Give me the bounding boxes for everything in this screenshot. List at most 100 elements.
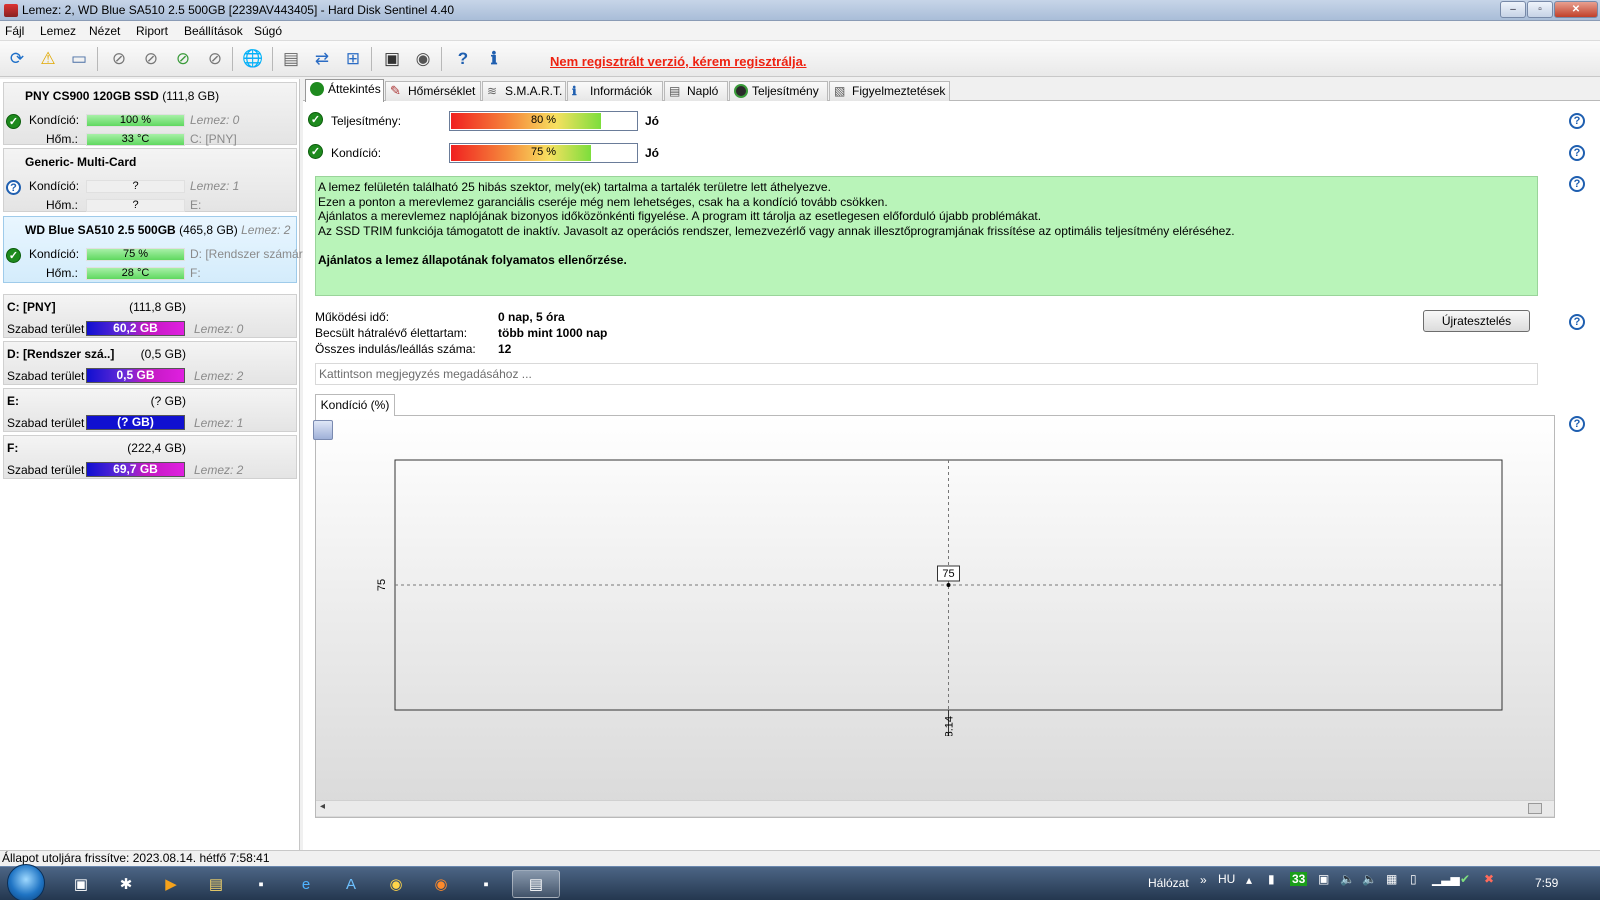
- taskbar-app-ie[interactable]: e: [287, 870, 325, 898]
- volume-item-d[interactable]: D: [Rendszer szá..] (0,5 GB) Szabad terü…: [3, 341, 297, 385]
- help-icon[interactable]: ?: [1569, 176, 1585, 192]
- alerts-icon: ▧: [834, 84, 846, 98]
- status-ok-icon: ✓: [6, 248, 21, 263]
- taskbar-app-chrome[interactable]: ◉: [377, 870, 415, 898]
- disk-test-icon[interactable]: ⊘: [106, 46, 132, 72]
- retest-button[interactable]: Újratesztelés: [1423, 310, 1530, 332]
- performance-label: Teljesítmény:: [331, 114, 402, 128]
- tray-monitor-icon[interactable]: ▣: [1318, 872, 1329, 886]
- start-button[interactable]: [7, 864, 45, 900]
- menu-help[interactable]: Súgó: [254, 24, 282, 38]
- volume-item-e[interactable]: E: (? GB) Szabad terület (? GB) Lemez: 1: [3, 388, 297, 432]
- battery-icon[interactable]: ▯: [1410, 872, 1417, 886]
- disk-item-wd-blue[interactable]: WD Blue SA510 2.5 500GB (465,8 GB) Lemez…: [3, 216, 303, 283]
- sound-icon[interactable]: ◉: [410, 46, 436, 72]
- menu-settings[interactable]: Beállítások: [184, 24, 243, 38]
- monitor-icon[interactable]: ▣: [379, 46, 405, 72]
- scroll-left-icon[interactable]: ◂: [320, 801, 325, 812]
- tray-alert-icon[interactable]: ✖: [1484, 872, 1494, 886]
- help-icon[interactable]: ?: [1569, 113, 1585, 129]
- menu-disk[interactable]: Lemez: [40, 24, 76, 38]
- disk-item-multicard[interactable]: Generic- Multi-Card ? Kondíció: ? Lemez:…: [3, 148, 297, 212]
- app-icon: [4, 4, 18, 17]
- chart-scrollbar[interactable]: ◂: [316, 800, 1554, 816]
- help-icon[interactable]: ?: [450, 46, 476, 72]
- tab-smart[interactable]: ≋ S.M.A.R.T.: [482, 81, 566, 101]
- window-title: Lemez: 2, WD Blue SA510 2.5 500GB [2239A…: [22, 3, 455, 17]
- disk-info-icon[interactable]: ▭: [66, 46, 92, 72]
- title-bar: Lemez: 2, WD Blue SA510 2.5 500GB [2239A…: [0, 0, 1600, 21]
- temperature-value: ?: [132, 199, 139, 211]
- taskbar-app-hdsentinel[interactable]: ▤: [512, 870, 560, 898]
- tray-network-icon[interactable]: ▮: [1268, 872, 1275, 886]
- menu-bar: Fájl Lemez Nézet Riport Beállítások Súgó: [0, 21, 1600, 41]
- send-report-icon[interactable]: ⇄: [309, 46, 335, 72]
- uptime-label: Működési idő:: [315, 310, 390, 324]
- status-ok-icon: ✓: [6, 114, 21, 129]
- save-chart-icon[interactable]: [313, 420, 333, 440]
- temperature-value: 28 °C: [121, 267, 150, 279]
- report-icon[interactable]: ▤: [278, 46, 304, 72]
- taskbar-app-media[interactable]: ▶: [152, 870, 190, 898]
- signal-icon[interactable]: ▁▃▅: [1432, 872, 1460, 886]
- warning-icon[interactable]: ⚠: [35, 46, 61, 72]
- disk-item-pny[interactable]: PNY CS900 120GB SSD (111,8 GB) ✓ Kondíci…: [3, 82, 297, 146]
- help-icon[interactable]: ?: [1569, 416, 1585, 432]
- taskbar-app-explorer[interactable]: ▤: [197, 870, 235, 898]
- tray-check-icon[interactable]: ✔: [1460, 872, 1470, 886]
- taskbar-app-save[interactable]: ▪: [242, 870, 280, 898]
- volume-item-c[interactable]: C: [PNY] (111,8 GB) Szabad terület 60,2 …: [3, 294, 297, 338]
- volume-item-f[interactable]: F: (222,4 GB) Szabad terület 69,7 GB Lem…: [3, 435, 297, 479]
- menu-file[interactable]: Fájl: [5, 24, 24, 38]
- toolbar-separator: [272, 47, 273, 71]
- taskbar-app-terminal[interactable]: ▣: [62, 870, 100, 898]
- volume-muted-icon[interactable]: 🔈: [1362, 872, 1377, 886]
- help-icon[interactable]: ?: [1569, 314, 1585, 330]
- tab-log[interactable]: ▤ Napló: [664, 81, 728, 101]
- taskbar-app-tool[interactable]: ✱: [107, 870, 145, 898]
- volume-icon[interactable]: 🔈: [1340, 872, 1355, 886]
- language-indicator[interactable]: HU: [1218, 872, 1235, 886]
- lifetime-label: Becsült hátralévő élettartam:: [315, 326, 468, 340]
- disk-tools-icon[interactable]: ⊘: [202, 46, 228, 72]
- disk-ok-icon[interactable]: ⊘: [170, 46, 196, 72]
- menu-view[interactable]: Nézet: [89, 24, 120, 38]
- taskbar-app-misc[interactable]: ▪: [467, 870, 505, 898]
- network-icon[interactable]: ⊞: [340, 46, 366, 72]
- notes-input[interactable]: Kattintson megjegyzés megadásához ...: [315, 363, 1538, 385]
- tray-expand-icon[interactable]: »: [1200, 873, 1207, 887]
- tray-arrow-icon[interactable]: ▴: [1246, 873, 1252, 887]
- condition-value: ?: [132, 180, 139, 192]
- x-tick-label: 2023.08.14: [944, 716, 956, 736]
- disk-number: Lemez: 0: [190, 113, 240, 127]
- refresh-icon[interactable]: ⟳: [4, 46, 30, 72]
- volume-name: D: [Rendszer szá..]: [7, 347, 115, 361]
- tab-alerts[interactable]: ▧ Figyelmeztetések: [829, 81, 950, 101]
- register-link[interactable]: Nem regisztrált verzió, kérem regisztrál…: [550, 54, 807, 69]
- surface-test-icon[interactable]: ⊘: [138, 46, 164, 72]
- close-button[interactable]: ✕: [1554, 1, 1598, 18]
- info-icon: ℹ: [572, 84, 577, 98]
- performance-status: Jó: [645, 114, 660, 128]
- menu-report[interactable]: Riport: [136, 24, 168, 38]
- tab-overview[interactable]: Áttekintés: [305, 79, 384, 102]
- tab-performance[interactable]: Teljesítmény: [729, 81, 828, 101]
- scroll-thumb[interactable]: [1528, 803, 1542, 814]
- clock[interactable]: 7:59: [1535, 876, 1558, 890]
- chart-tab-condition[interactable]: Kondíció (%): [315, 394, 395, 416]
- taskbar-app-firefox[interactable]: ◉: [422, 870, 460, 898]
- taskbar-app-store[interactable]: A: [332, 870, 370, 898]
- tab-temperature[interactable]: ✎ Hőmérséklet: [385, 81, 481, 101]
- help-icon[interactable]: ?: [1569, 145, 1585, 161]
- tab-information[interactable]: ℹ Információk: [567, 81, 663, 101]
- log-icon: ▤: [669, 84, 681, 98]
- globe-icon[interactable]: 🌐: [240, 46, 266, 72]
- minimize-button[interactable]: –: [1500, 1, 1526, 18]
- tray-badge-icon[interactable]: 33: [1290, 872, 1308, 886]
- performance-bar: 80 %: [449, 111, 638, 131]
- tray-grid-icon[interactable]: ▦: [1386, 872, 1397, 886]
- maximize-button[interactable]: ▫: [1527, 1, 1553, 18]
- uptime-value: 0 nap, 5 óra: [498, 310, 565, 324]
- info-icon[interactable]: ℹ: [481, 46, 507, 72]
- network-label[interactable]: Hálózat: [1148, 876, 1189, 890]
